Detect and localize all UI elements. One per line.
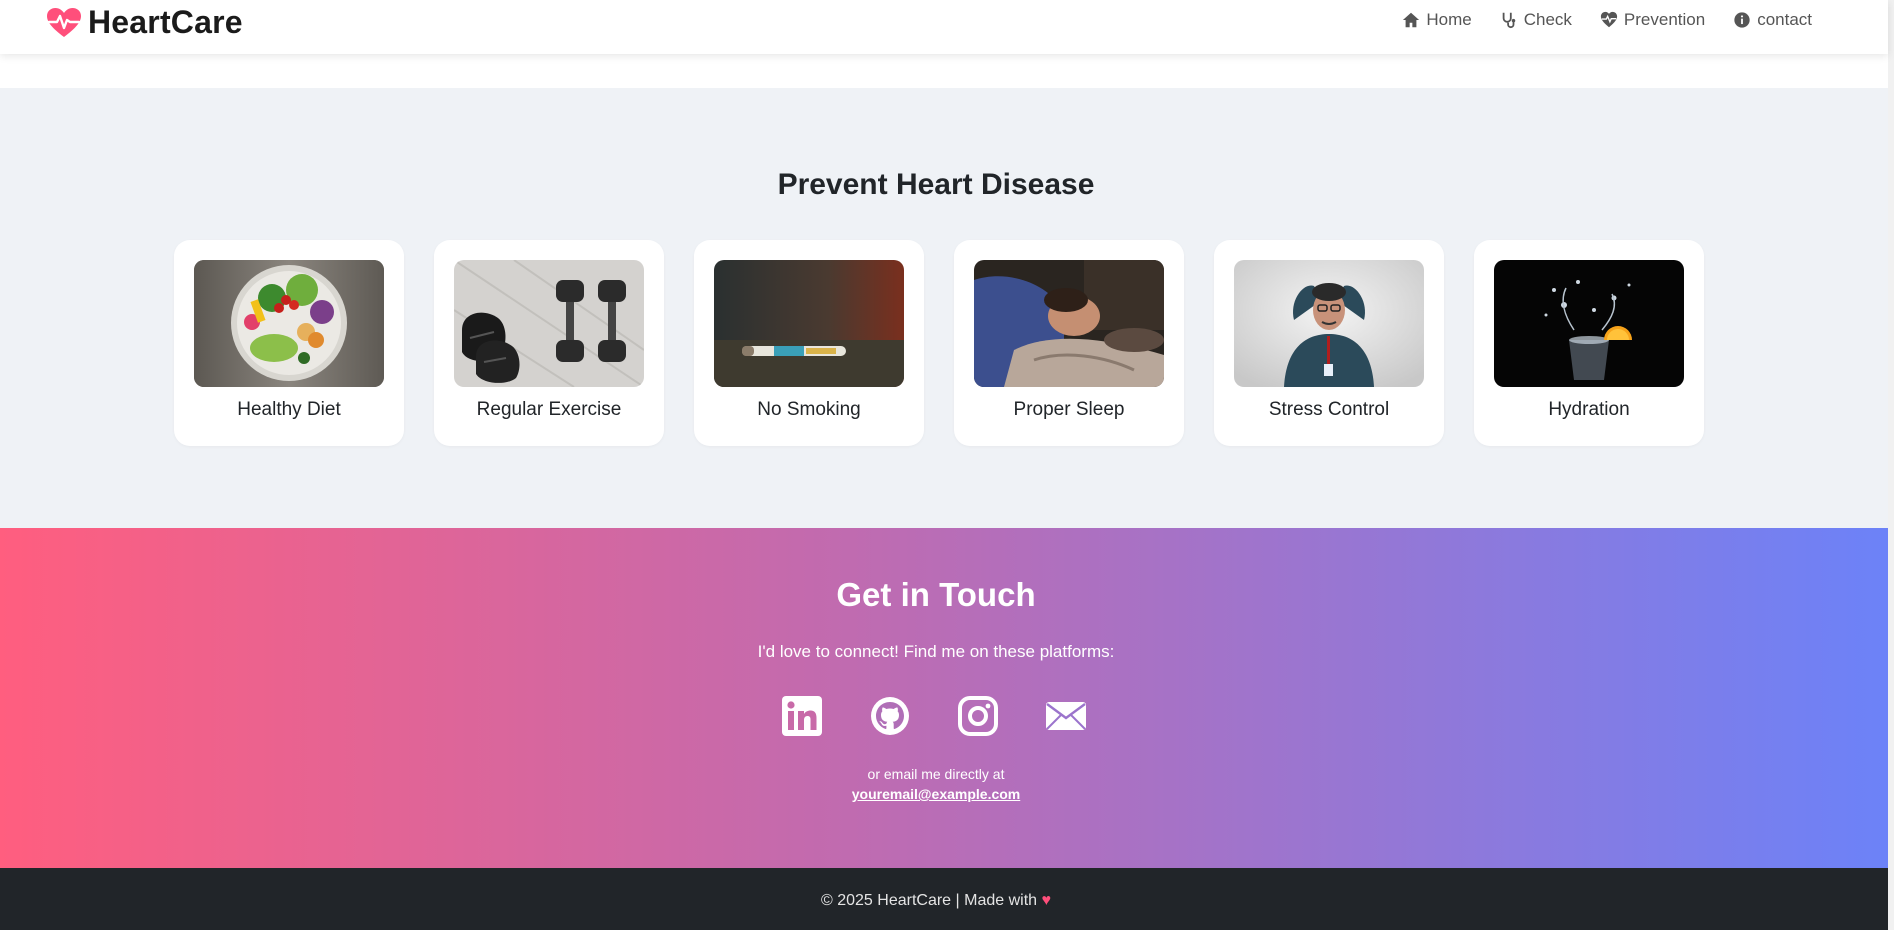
- prevention-cards: Healthy Diet Regular Exercise No Smoking…: [174, 240, 1704, 446]
- stressed-man-image: [1234, 260, 1424, 387]
- card-label: Stress Control: [1268, 399, 1390, 420]
- page-scrollbar[interactable]: [1888, 0, 1894, 930]
- nav-prevention-label: Prevention: [1623, 10, 1706, 29]
- heart-pulse-icon: [1600, 11, 1618, 28]
- contact-email-link[interactable]: youremail@example.com: [0, 786, 1872, 802]
- card-label: Regular Exercise: [476, 399, 622, 420]
- social-links: [782, 696, 1086, 736]
- nav-contact[interactable]: contact: [1733, 10, 1812, 30]
- heart-icon: ♥: [1041, 892, 1052, 909]
- card-proper-sleep[interactable]: Proper Sleep: [954, 240, 1184, 446]
- info-circle-icon: [1734, 12, 1750, 28]
- home-icon: [1403, 12, 1420, 28]
- card-healthy-diet[interactable]: Healthy Diet: [174, 240, 404, 446]
- instagram-icon[interactable]: [958, 696, 998, 736]
- card-label: Healthy Diet: [237, 399, 341, 420]
- github-icon[interactable]: [870, 696, 910, 736]
- contact-section: Get in Touch I'd love to connect! Find m…: [0, 528, 1888, 868]
- brand-logo[interactable]: HeartCare: [46, 4, 243, 41]
- heart-pulse-logo-icon: [47, 7, 81, 37]
- footer-text: © 2025 HeartCare | Made with: [821, 892, 1038, 909]
- salad-bowl-image: [194, 260, 384, 387]
- card-hydration[interactable]: Hydration: [1474, 240, 1704, 446]
- navbar: HeartCare Home Check Prevention contact: [0, 0, 1888, 54]
- card-regular-exercise[interactable]: Regular Exercise: [434, 240, 664, 446]
- card-label: Hydration: [1548, 399, 1630, 420]
- nav-home[interactable]: Home: [1402, 10, 1472, 30]
- footer-line: © 2025 HeartCare | Made with ♥: [0, 892, 1872, 910]
- dumbbells-image: [454, 260, 644, 387]
- stethoscope-icon: [1502, 12, 1516, 29]
- contact-subtitle: I'd love to connect! Find me on these pl…: [757, 642, 1115, 661]
- footer: © 2025 HeartCare | Made with ♥: [0, 868, 1888, 930]
- nav-contact-label: contact: [1757, 10, 1812, 29]
- nav-home-label: Home: [1426, 10, 1472, 29]
- nav-prevention[interactable]: Prevention: [1600, 10, 1705, 30]
- prevention-section: Prevent Heart Disease Healthy Diet Regul…: [0, 88, 1888, 528]
- sleeping-man-image: [974, 260, 1164, 387]
- envelope-icon[interactable]: [1046, 696, 1086, 736]
- card-stress-control[interactable]: Stress Control: [1214, 240, 1444, 446]
- water-splash-image: [1494, 260, 1684, 387]
- card-label: Proper Sleep: [1013, 399, 1125, 420]
- nav-check-label: Check: [1523, 10, 1572, 29]
- nav-check[interactable]: Check: [1500, 10, 1572, 30]
- card-label: No Smoking: [757, 399, 861, 420]
- e-cigarette-image: [714, 260, 904, 387]
- contact-or-text: or email me directly at: [867, 766, 1005, 782]
- prevention-title: Prevent Heart Disease: [777, 168, 1095, 201]
- brand-name: HeartCare: [88, 4, 243, 40]
- card-no-smoking[interactable]: No Smoking: [694, 240, 924, 446]
- linkedin-icon[interactable]: [782, 696, 822, 736]
- nav-menu: Home Check Prevention contact: [1402, 10, 1812, 30]
- contact-title: Get in Touch: [836, 576, 1036, 613]
